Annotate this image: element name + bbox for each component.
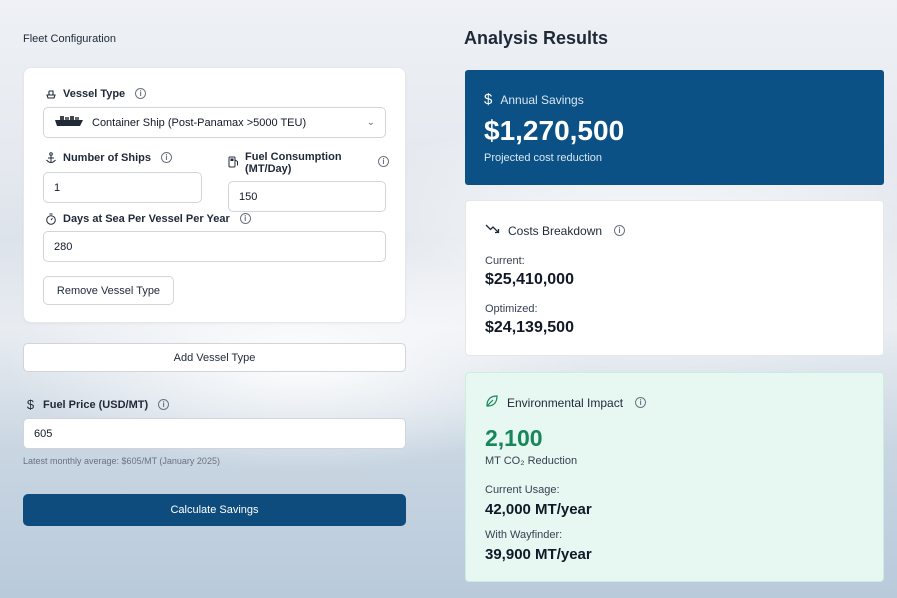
anchor-icon <box>44 151 57 164</box>
remove-vessel-type-label: Remove Vessel Type <box>56 284 161 297</box>
fuel-price-input[interactable]: 605 <box>23 418 406 449</box>
annual-savings-card: $ Annual Savings $1,270,500 Projected co… <box>465 70 884 185</box>
add-vessel-type-label: Add Vessel Type <box>173 351 256 364</box>
info-icon[interactable]: i <box>614 225 626 236</box>
fuel-price-value: 605 <box>34 427 53 440</box>
fuel-consumption-label: Fuel Consumption (MT/Day) <box>245 151 342 175</box>
ships-label: Number of Ships <box>63 151 152 164</box>
info-icon[interactable]: i <box>161 152 173 163</box>
annual-savings-header: $ Annual Savings <box>484 91 584 108</box>
optimized-cost-value: $24,139,500 <box>485 319 574 336</box>
costs-breakdown-card: Costs Breakdown i Current: $25,410,000 O… <box>465 200 884 356</box>
info-icon[interactable]: i <box>635 397 647 408</box>
current-cost-value: $25,410,000 <box>485 271 574 288</box>
remove-vessel-type-button[interactable]: Remove Vessel Type <box>43 276 174 305</box>
calculate-savings-label: Calculate Savings <box>170 504 259 516</box>
vessel-type-value: Container Ship (Post-Panamax >5000 TEU) <box>92 116 307 129</box>
co2-reduction-value: 2,100 <box>485 425 543 451</box>
trending-down-icon <box>485 223 500 238</box>
fuel-price-label: Fuel Price (USD/MT) <box>43 398 149 411</box>
fleet-configuration-title: Fleet Configuration <box>23 33 116 45</box>
co2-reduction-sub: MT CO₂ Reduction <box>485 455 578 467</box>
current-usage-label: Current Usage: <box>485 484 560 496</box>
info-icon[interactable]: i <box>158 399 170 410</box>
current-cost-label: Current: <box>485 255 525 267</box>
fuel-consumption-value: 150 <box>239 190 258 203</box>
analysis-results-title: Analysis Results <box>464 28 609 48</box>
container-ship-icon <box>54 115 84 130</box>
costs-breakdown-label: Costs Breakdown <box>508 223 603 238</box>
leaf-icon <box>485 394 499 411</box>
days-label: Days at Sea Per Vessel Per Year <box>63 212 230 225</box>
fuel-price-hint: Latest monthly average: $605/MT (January… <box>23 456 220 466</box>
annual-savings-value: $1,270,500 <box>484 115 625 146</box>
optimized-cost-label: Optimized: <box>485 303 538 315</box>
current-usage-value: 42,000 MT/year <box>485 501 592 518</box>
info-icon[interactable]: i <box>378 156 389 167</box>
vessel-card: Vessel Type i Container Ship (Post-Panam… <box>23 67 406 323</box>
wayfinder-usage-label: With Wayfinder: <box>485 529 563 541</box>
info-icon[interactable]: i <box>135 88 147 99</box>
vessel-type-label: Vessel Type <box>63 87 126 100</box>
calculate-savings-button[interactable]: Calculate Savings <box>23 494 406 526</box>
fuel-price-label-row: $ Fuel Price (USD/MT) i <box>24 397 170 412</box>
add-vessel-type-button[interactable]: Add Vessel Type <box>23 343 406 372</box>
fuel-pump-icon <box>228 155 239 173</box>
ship-icon <box>44 87 57 100</box>
ships-label-row: Number of Ships i <box>44 151 173 164</box>
dollar-icon: $ <box>484 91 493 108</box>
environmental-impact-card: Environmental Impact i 2,100 MT CO₂ Redu… <box>465 372 884 582</box>
environmental-impact-header: Environmental Impact i <box>485 394 647 411</box>
vessel-type-select[interactable]: Container Ship (Post-Panamax >5000 TEU) … <box>43 107 386 138</box>
annual-savings-label: Annual Savings <box>500 92 584 107</box>
environmental-impact-label: Environmental Impact <box>507 395 624 410</box>
dollar-icon: $ <box>26 397 35 412</box>
fuel-consumption-input[interactable]: 150 <box>228 181 386 212</box>
chevron-down-icon: ⌄ <box>366 117 375 128</box>
annual-savings-sub: Projected cost reduction <box>484 152 603 164</box>
costs-breakdown-header: Costs Breakdown i <box>485 223 626 238</box>
days-at-sea-input[interactable]: 280 <box>43 231 386 262</box>
number-of-ships-input[interactable]: 1 <box>43 172 202 203</box>
days-label-row: Days at Sea Per Vessel Per Year i <box>44 212 251 225</box>
ships-value: 1 <box>54 181 61 194</box>
wayfinder-usage-value: 39,900 MT/year <box>485 546 592 563</box>
stopwatch-icon <box>44 212 57 225</box>
days-value: 280 <box>54 240 73 253</box>
vessel-type-label-row: Vessel Type i <box>44 87 147 100</box>
info-icon[interactable]: i <box>239 213 251 224</box>
